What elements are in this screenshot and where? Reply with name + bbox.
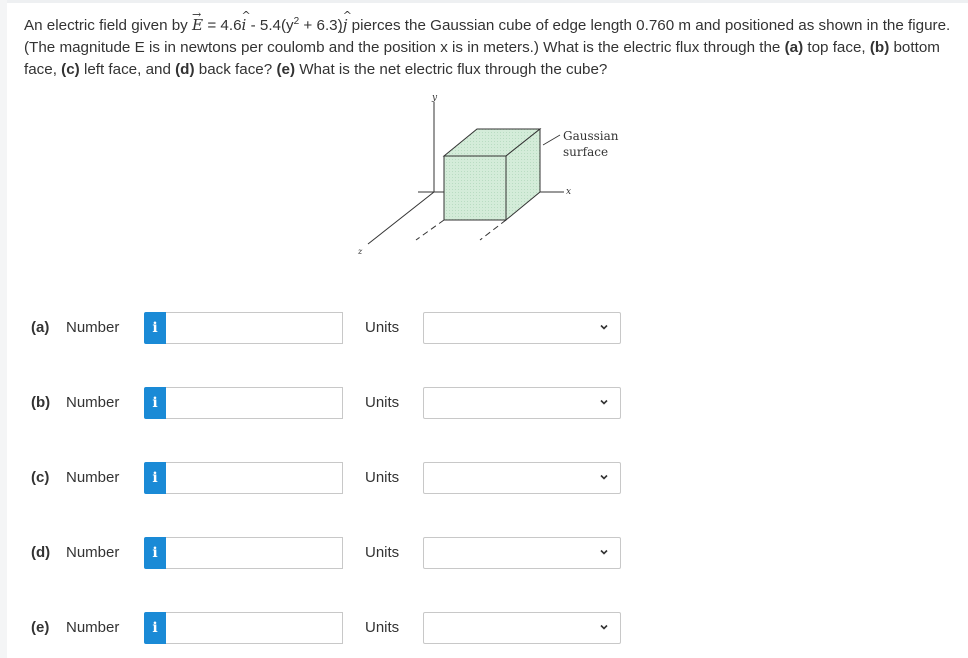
answer-row: (e) Number i Units <box>0 611 640 645</box>
question-intro: An electric field given by <box>24 17 192 34</box>
part-b-label: (b) <box>869 39 890 56</box>
question-text: An electric field given by → E = 4.6 ^ i - … <box>24 8 954 81</box>
units-select[interactable] <box>423 312 621 344</box>
number-label: Number <box>66 394 120 411</box>
vector-arrow: → <box>192 8 202 21</box>
number-input[interactable] <box>166 312 343 344</box>
part-c-text: left face, and <box>79 61 176 78</box>
info-icon[interactable]: i <box>144 537 166 569</box>
part-a-label: (a) <box>784 39 804 56</box>
chevron-down-icon <box>600 474 608 480</box>
hat-mark: ^ <box>342 9 352 22</box>
info-icon[interactable]: i <box>144 312 166 344</box>
plus-part: + 6.3) <box>299 17 343 34</box>
part-e-text: What is the net electric flux through th… <box>295 61 608 78</box>
number-label: Number <box>66 319 120 336</box>
dashed-projection-left <box>415 219 445 241</box>
units-select[interactable] <box>423 537 621 569</box>
number-input[interactable] <box>166 537 343 569</box>
part-d-text: back face? <box>194 61 277 78</box>
z-axis-label: z <box>357 247 363 256</box>
surface-label-line2: surface <box>563 145 608 159</box>
vector-e: → E <box>192 8 203 36</box>
gaussian-cube-figure: y x z Gaussian surface <box>357 93 619 256</box>
chevron-down-icon <box>600 549 608 555</box>
units-select[interactable] <box>423 387 621 419</box>
number-label: Number <box>66 544 120 561</box>
part-d-label: (d) <box>175 61 195 78</box>
part-letter: (b) <box>31 394 51 411</box>
x-axis-label: x <box>566 187 571 197</box>
number-label: Number <box>66 469 120 486</box>
cube-front-face <box>443 155 507 221</box>
info-icon[interactable]: i <box>144 387 166 419</box>
equals-part: = 4.6 <box>203 17 242 34</box>
units-label: Units <box>365 619 400 636</box>
units-select[interactable] <box>423 612 621 644</box>
number-input[interactable] <box>166 387 343 419</box>
part-letter: (a) <box>31 319 50 336</box>
units-label: Units <box>365 394 400 411</box>
z-axis <box>367 191 435 245</box>
answer-row: (a) Number i Units <box>0 311 640 345</box>
number-label: Number <box>66 619 120 636</box>
info-icon[interactable]: i <box>144 462 166 494</box>
answer-row: (d) Number i Units <box>0 536 640 570</box>
hat-mark: ^ <box>241 9 251 22</box>
i-hat: ^ i <box>242 9 251 36</box>
surface-leader-line <box>542 134 561 146</box>
frame-top-border <box>0 0 968 3</box>
number-input[interactable] <box>166 612 343 644</box>
answer-row: (c) Number i Units <box>0 461 640 495</box>
part-letter: (e) <box>31 619 50 636</box>
chevron-down-icon <box>600 624 608 630</box>
units-label: Units <box>365 469 400 486</box>
units-label: Units <box>365 319 400 336</box>
answer-row: (b) Number i Units <box>0 386 640 420</box>
minus-part: - 5.4(y <box>246 17 294 34</box>
info-icon[interactable]: i <box>144 612 166 644</box>
part-e-label: (e) <box>276 61 295 78</box>
chevron-down-icon <box>600 399 608 405</box>
dashed-projection-right <box>479 219 507 241</box>
chevron-down-icon <box>600 324 608 330</box>
units-select[interactable] <box>423 462 621 494</box>
surface-label-line1: Gaussian <box>563 129 619 143</box>
number-input[interactable] <box>166 462 343 494</box>
part-c-label: (c) <box>61 61 80 78</box>
part-a-text: top face, <box>803 39 870 56</box>
y-axis-label: y <box>431 93 438 103</box>
units-label: Units <box>365 544 400 561</box>
part-letter: (d) <box>31 544 51 561</box>
part-letter: (c) <box>31 469 50 486</box>
j-hat: ^ j <box>343 9 352 36</box>
